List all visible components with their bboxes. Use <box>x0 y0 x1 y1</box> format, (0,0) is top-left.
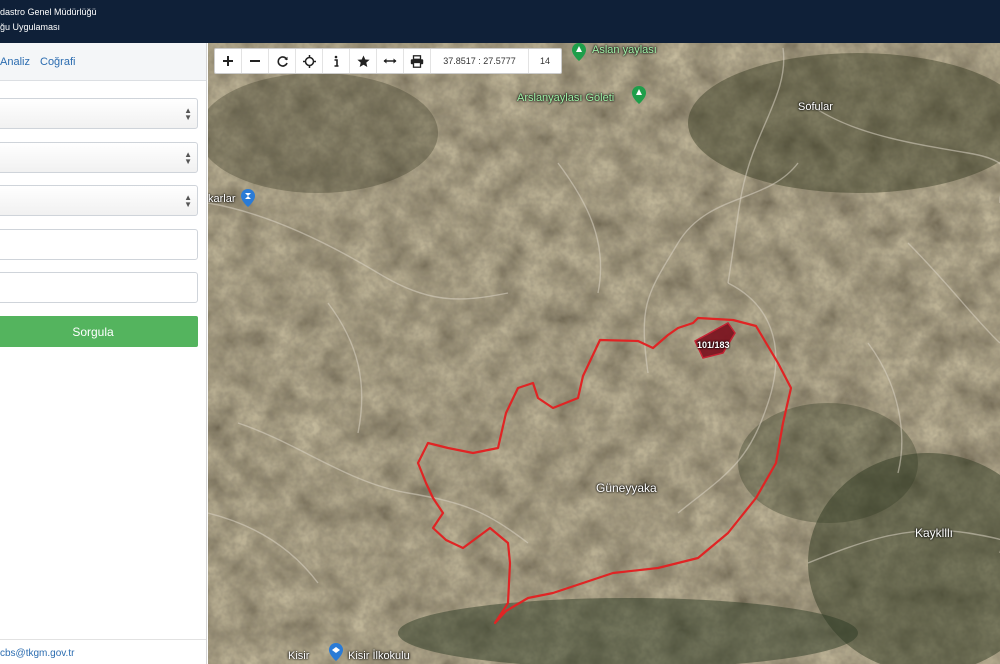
parcel-number-field[interactable] <box>3 277 191 299</box>
school-marker-icon[interactable] <box>329 643 343 661</box>
refresh-button[interactable] <box>269 49 296 73</box>
place-label-arslanyaylasi-goleti: Arslanyaylası Göleti <box>517 92 615 104</box>
zoom-in-button[interactable] <box>215 49 242 73</box>
sidebar: Analiz Coğrafi ▲ ▼ ▲ ▼ ▲ ▼ Sorgula cbs@tkgm… <box>0 43 207 664</box>
place-label-guneyyaka: Güneyyaka <box>596 481 657 495</box>
header-title-line1: dastro Genel Müdürlüğü <box>0 7 97 17</box>
zoom-out-button[interactable] <box>242 49 269 73</box>
block-number-field[interactable] <box>3 234 191 256</box>
print-button[interactable] <box>404 49 431 73</box>
coordinates-readout: 37.8517 : 27.5777 <box>431 49 529 73</box>
place-label-kisir-ilkokulu: Kisir İlkokulu <box>348 650 410 662</box>
zoom-out-icon <box>250 60 260 62</box>
place-marker-icon[interactable] <box>632 86 646 104</box>
province-select[interactable]: ▲ ▼ <box>0 98 198 129</box>
measure-icon <box>383 58 397 64</box>
map-view[interactable]: 37.8517 : 27.5777 14 Aslan yaylası Arsla… <box>208 43 1000 664</box>
parcel-label: 101/183 <box>697 340 730 350</box>
block-input[interactable] <box>0 229 198 260</box>
info-button[interactable] <box>323 49 350 73</box>
measure-button[interactable] <box>377 49 404 73</box>
place-label-aslan-yaylasi: Aslan yaylası <box>592 44 657 56</box>
select-caret-icon: ▲ ▼ <box>184 150 192 166</box>
place-label-kisir: Kisir <box>288 650 310 662</box>
place-marker-icon[interactable] <box>572 43 586 61</box>
tab-cografi[interactable]: Coğrafi <box>40 56 75 68</box>
sidebar-tabs: Analiz Coğrafi <box>0 43 206 81</box>
refresh-icon <box>277 55 288 67</box>
tab-analiz[interactable]: Analiz <box>0 56 30 68</box>
favorite-button[interactable] <box>350 49 377 73</box>
map-toolbar: 37.8517 : 27.5777 14 <box>214 48 562 74</box>
app-header: dastro Genel Müdürlüğü ğu Uygulaması <box>0 0 1000 43</box>
neighborhood-select[interactable]: ▲ ▼ <box>0 185 198 216</box>
place-label-kaykilli: Kayklllı <box>915 526 954 540</box>
contact-email-link[interactable]: cbs@tkgm.gov.tr <box>0 648 74 659</box>
select-caret-icon: ▲ ▼ <box>184 193 192 209</box>
header-title-line2: ğu Uygulaması <box>0 22 61 32</box>
info-icon <box>334 55 339 67</box>
place-label-sofular: Sofular <box>798 101 833 113</box>
query-button[interactable]: Sorgula <box>0 316 198 347</box>
select-caret-icon: ▲ ▼ <box>184 106 192 122</box>
zoom-level-readout: 14 <box>539 56 550 66</box>
parcel-input[interactable] <box>0 272 198 303</box>
place-label-karlar: karlar <box>208 193 236 205</box>
favorite-star-icon <box>356 55 370 67</box>
district-select[interactable]: ▲ ▼ <box>0 142 198 173</box>
zoom-in-icon <box>223 56 233 66</box>
sidebar-footer: cbs@tkgm.gov.tr <box>0 639 206 664</box>
print-icon <box>410 54 424 68</box>
satellite-imagery <box>208 43 1000 664</box>
locate-button[interactable] <box>296 49 323 73</box>
locate-icon <box>302 54 316 68</box>
school-marker-icon[interactable] <box>241 189 255 207</box>
